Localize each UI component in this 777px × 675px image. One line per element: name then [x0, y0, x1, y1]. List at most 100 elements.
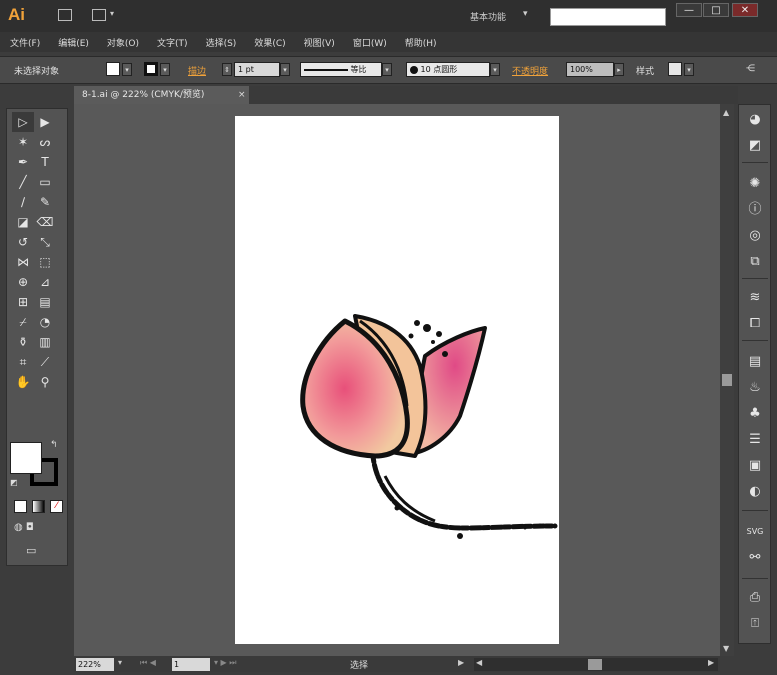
stroke-panel-icon[interactable]: ☰: [743, 430, 767, 450]
scroll-down-icon[interactable]: ▼: [723, 644, 729, 653]
align-panel-icon[interactable]: ▤: [743, 352, 767, 372]
gradient-panel-icon[interactable]: ▣: [743, 456, 767, 476]
blend-tool-icon[interactable]: ◔: [34, 312, 56, 332]
fill-color-box[interactable]: [10, 442, 42, 474]
search-input[interactable]: [550, 8, 666, 26]
default-colors-icon[interactable]: ◩: [10, 478, 18, 487]
eraser-tool-icon[interactable]: ⌫: [34, 212, 56, 232]
scroll-up-icon[interactable]: ▲: [723, 108, 729, 117]
panel-menu-icon[interactable]: ⋲: [746, 64, 755, 74]
shape-builder-tool-icon[interactable]: ⊕: [12, 272, 34, 292]
svg-interactivity-panel-icon[interactable]: SVG: [743, 522, 767, 542]
blob-brush-tool-icon[interactable]: ◪: [12, 212, 34, 232]
transparency-panel-icon[interactable]: ◐: [743, 482, 767, 502]
magic-wand-tool-icon[interactable]: ✶: [12, 132, 34, 152]
color-panel-icon[interactable]: ◕: [743, 110, 767, 130]
swatches-panel-icon[interactable]: ♣: [743, 404, 767, 424]
menu-window[interactable]: 窗口(W): [353, 36, 387, 49]
scroll-left-icon[interactable]: ◀: [476, 658, 482, 667]
next-artboard-icon[interactable]: ▾ ▶ ⏭: [214, 658, 236, 668]
close-icon[interactable]: ×: [238, 86, 246, 104]
stroke-swatch[interactable]: [144, 62, 158, 76]
brush-definition[interactable]: 10 点圆形: [406, 62, 490, 77]
menu-object[interactable]: 对象(O): [107, 36, 139, 49]
perspective-grid-tool-icon[interactable]: ⊿: [34, 272, 56, 292]
screen-mode-icon[interactable]: ▭: [26, 544, 36, 557]
menu-edit[interactable]: 编辑(E): [58, 36, 89, 49]
chevron-down-icon[interactable]: ▾: [160, 63, 170, 76]
artboards-panel-icon[interactable]: ⧠: [743, 314, 767, 334]
symbol-sprayer-tool-icon[interactable]: ⚱: [12, 332, 34, 352]
gradient-tool-icon[interactable]: ▤: [34, 292, 56, 312]
brushes-panel-icon[interactable]: ♨: [743, 378, 767, 398]
hand-tool-icon[interactable]: ✋: [12, 372, 34, 392]
layers-panel-icon[interactable]: ≋: [743, 288, 767, 308]
document-tab[interactable]: 8-1.ai @ 222% (CMYK/预览): [74, 86, 249, 104]
graphic-style-swatch[interactable]: [668, 62, 682, 76]
pen-tool-icon[interactable]: ✒: [12, 152, 34, 172]
selection-tool-icon[interactable]: ▷: [12, 112, 34, 132]
artboard-number-field[interactable]: 1: [172, 658, 210, 671]
scale-tool-icon[interactable]: ⤡: [34, 232, 56, 252]
fill-swatch[interactable]: [106, 62, 120, 76]
first-artboard-icon[interactable]: ⏮ ◀: [140, 658, 156, 668]
info-panel-icon[interactable]: ⓘ: [743, 200, 767, 220]
vertical-scroll-thumb[interactable]: [722, 374, 732, 386]
status-menu-icon[interactable]: ▶: [458, 658, 464, 667]
rectangle-tool-icon[interactable]: ▭: [34, 172, 56, 192]
scroll-right-icon[interactable]: ▶: [708, 658, 714, 667]
type-tool-icon[interactable]: T: [34, 152, 56, 172]
menu-view[interactable]: 视图(V): [304, 36, 335, 49]
stroke-weight-field[interactable]: 1 pt: [234, 62, 280, 77]
menu-type[interactable]: 文字(T): [157, 36, 188, 49]
minimize-button[interactable]: —: [676, 3, 702, 17]
chevron-down-icon[interactable]: ▾: [684, 63, 694, 76]
lotus-bud-artwork[interactable]: [235, 116, 559, 644]
gradient-mode-icon[interactable]: [32, 500, 45, 513]
color-guide-panel-icon[interactable]: ◩: [743, 136, 767, 156]
opacity-label[interactable]: 不透明度: [512, 64, 548, 77]
close-button[interactable]: ✕: [732, 3, 758, 17]
appearance-panel-icon[interactable]: ◎: [743, 226, 767, 246]
pencil-tool-icon[interactable]: ✎: [34, 192, 56, 212]
chevron-down-icon[interactable]: ▾: [280, 63, 290, 76]
symbols-panel-icon[interactable]: ✺: [743, 174, 767, 194]
horizontal-scroll-thumb[interactable]: [588, 659, 602, 670]
stepper-icon[interactable]: ⇕: [222, 63, 232, 76]
arrange-documents-icon[interactable]: [92, 9, 106, 21]
line-tool-icon[interactable]: ╱: [12, 172, 34, 192]
free-transform-tool-icon[interactable]: ⬚: [34, 252, 56, 272]
document-info-panel-icon[interactable]: ⎙: [743, 588, 767, 608]
paintbrush-tool-icon[interactable]: ∕: [12, 192, 34, 212]
chevron-down-icon[interactable]: ▾: [523, 9, 528, 19]
artboard-tool-icon[interactable]: ⌗: [12, 352, 34, 372]
variable-width-profile[interactable]: 等比: [300, 62, 382, 77]
color-mode-icon[interactable]: [14, 500, 27, 513]
slice-tool-icon[interactable]: ⟋: [34, 352, 56, 372]
menu-help[interactable]: 帮助(H): [405, 36, 437, 49]
swap-colors-icon[interactable]: ↰: [50, 440, 58, 450]
menu-effect[interactable]: 效果(C): [254, 36, 285, 49]
graphic-styles-panel-icon[interactable]: ⧉: [743, 252, 767, 272]
stroke-label[interactable]: 描边: [188, 64, 206, 77]
lasso-tool-icon[interactable]: ᔕ: [34, 132, 56, 152]
mesh-tool-icon[interactable]: ⊞: [12, 292, 34, 312]
links-panel-icon[interactable]: ⚯: [743, 548, 767, 568]
column-graph-tool-icon[interactable]: ▥: [34, 332, 56, 352]
chevron-down-icon[interactable]: ▾: [382, 63, 392, 76]
chevron-down-icon[interactable]: ▾: [490, 63, 500, 76]
menu-select[interactable]: 选择(S): [206, 36, 237, 49]
rotate-tool-icon[interactable]: ↺: [12, 232, 34, 252]
draw-mode-icon[interactable]: ◍ ◘: [14, 522, 34, 533]
chevron-down-icon[interactable]: ▸: [614, 63, 624, 76]
zoom-tool-icon[interactable]: ⚲: [34, 372, 56, 392]
menu-file[interactable]: 文件(F): [10, 36, 40, 49]
chevron-down-icon[interactable]: ▾: [122, 63, 132, 76]
export-panel-icon[interactable]: ⍐: [743, 614, 767, 634]
maximize-button[interactable]: □: [703, 3, 729, 17]
none-mode-icon[interactable]: ⁄: [50, 500, 63, 513]
eyedropper-tool-icon[interactable]: ⌿: [12, 312, 34, 332]
bridge-icon[interactable]: [58, 9, 72, 21]
workspace-switcher[interactable]: 基本功能: [470, 10, 506, 23]
width-tool-icon[interactable]: ⋈: [12, 252, 34, 272]
